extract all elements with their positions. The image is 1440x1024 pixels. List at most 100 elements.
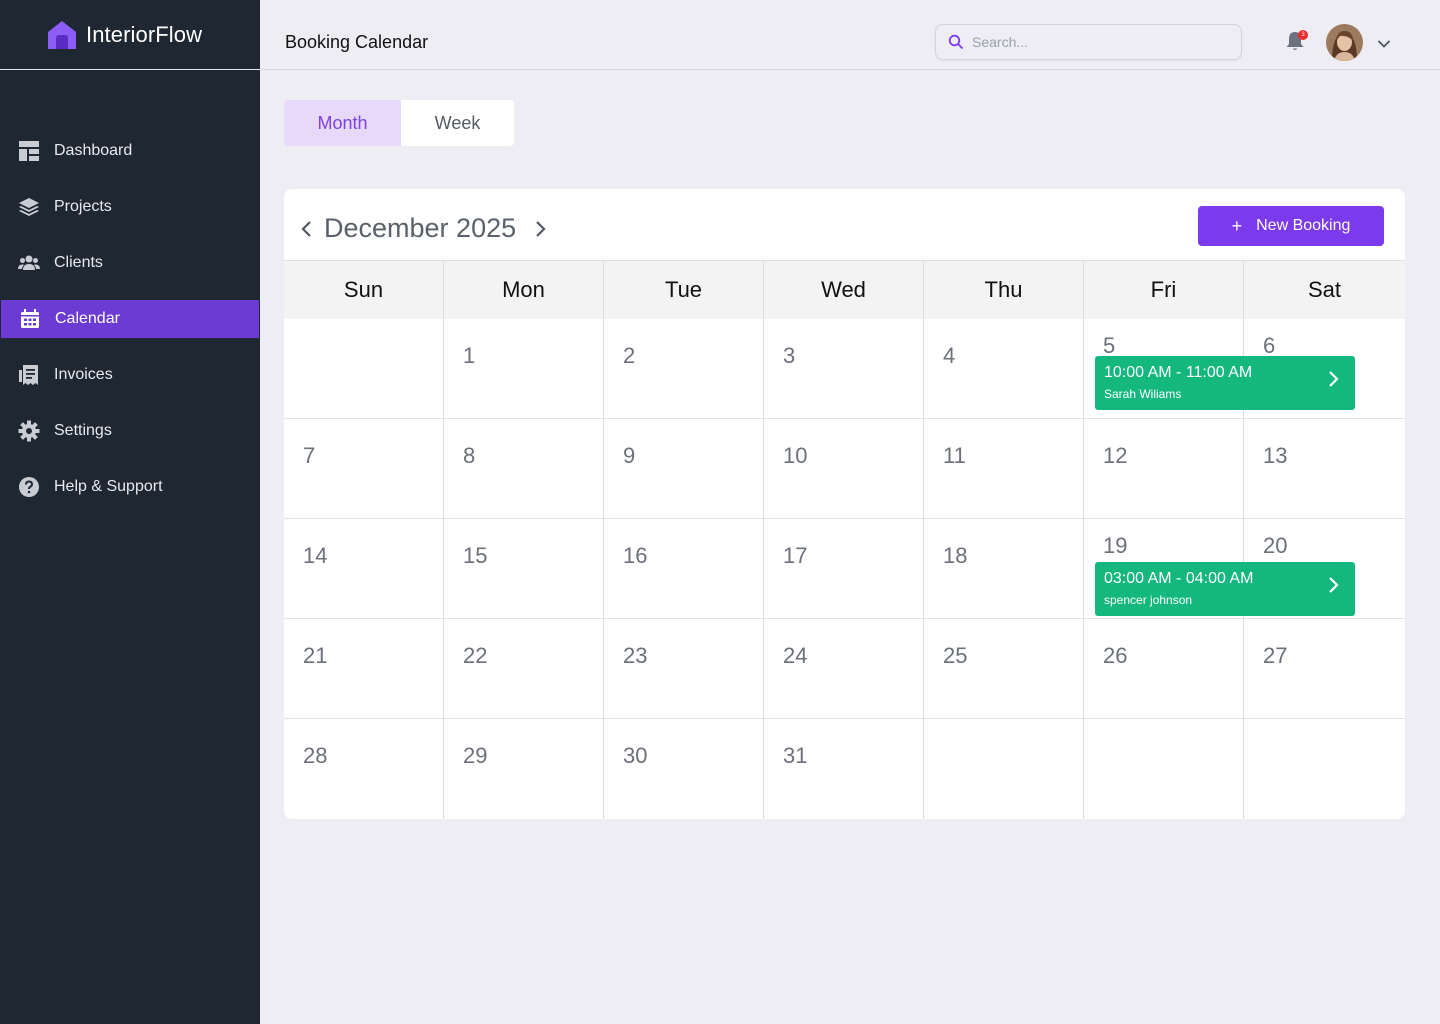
chevron-down-icon[interactable]	[1376, 36, 1392, 52]
calendar-day-cell[interactable]: 8	[444, 419, 604, 519]
weekday-wed: Wed	[764, 261, 924, 319]
day-number: 14	[303, 543, 328, 568]
weekday-sat: Sat	[1307, 277, 1342, 302]
sidebar-item-clients[interactable]: Clients	[0, 244, 260, 282]
chevron-right-icon	[1329, 371, 1339, 387]
sidebar-item-label: Calendar	[55, 310, 120, 327]
calendar-day-cell[interactable]: 25	[924, 619, 1084, 719]
booking-event[interactable]: 03:00 AM - 04:00 AM spencer johnson	[1095, 562, 1355, 616]
calendar-day-cell[interactable]: 7	[284, 419, 444, 519]
calendar-day-cell[interactable]: 22	[444, 619, 604, 719]
sidebar-item-invoices[interactable]: Invoices	[0, 356, 260, 394]
new-booking-label: New Booking	[1256, 217, 1351, 234]
calendar-day-cell[interactable]	[1244, 719, 1405, 819]
receipt-icon	[18, 364, 40, 386]
day-number: 25	[943, 643, 968, 668]
avatar[interactable]	[1326, 24, 1363, 61]
calendar-day-cell[interactable]: 27	[1244, 619, 1405, 719]
day-number: 3	[783, 343, 796, 368]
day-number: 24	[783, 643, 808, 668]
day-number: 31	[783, 743, 808, 768]
sidebar-item-help-support[interactable]: Help & Support	[0, 468, 260, 506]
day-number: 7	[303, 443, 316, 468]
tab-month[interactable]: Month	[284, 100, 401, 146]
sidebar-item-projects[interactable]: Projects	[0, 188, 260, 226]
day-number: 2	[623, 343, 636, 368]
day-number: 10	[783, 443, 808, 468]
calendar-day-cell[interactable]: 14	[284, 519, 444, 619]
booking-event[interactable]: 10:00 AM - 11:00 AM Sarah Wiliams	[1095, 356, 1355, 410]
sidebar-item-settings[interactable]: Settings	[0, 412, 260, 450]
calendar-day-cell[interactable]: 1	[444, 319, 604, 419]
calendar-day-cell[interactable]: 12	[1084, 419, 1244, 519]
day-number: 15	[463, 543, 488, 568]
weekday-mon: Mon	[444, 261, 604, 319]
sidebar-item-label: Help & Support	[54, 478, 163, 495]
calendar-day-cell[interactable]	[924, 719, 1084, 819]
calendar-day-cell[interactable]: 13	[1244, 419, 1405, 519]
event-time: 03:00 AM - 04:00 AM	[1104, 570, 1254, 587]
calendar-day-cell[interactable]: 4	[924, 319, 1084, 419]
day-number: 18	[943, 543, 968, 568]
day-number: 30	[623, 743, 648, 768]
day-number: 11	[943, 443, 966, 468]
event-time: 10:00 AM - 11:00 AM	[1104, 364, 1253, 381]
day-number: 19	[1103, 533, 1128, 558]
help-icon	[18, 476, 40, 498]
weekday-header-row: Sun Mon Tue Wed Thu Fri Sat	[284, 260, 1405, 319]
calendar-day-cell[interactable]: 17	[764, 519, 924, 619]
page-title: Booking Calendar	[285, 32, 429, 52]
search-input[interactable]	[972, 34, 1222, 50]
calendar-icon	[19, 308, 41, 330]
new-booking-button[interactable]: + New Booking	[1198, 206, 1384, 246]
day-number: 22	[463, 643, 488, 668]
dashboard-icon	[18, 140, 40, 162]
chevron-right-icon[interactable]	[533, 219, 549, 239]
sidebar-item-label: Invoices	[54, 366, 113, 383]
sidebar-item-calendar[interactable]: Calendar	[1, 300, 259, 338]
calendar-day-cell[interactable]: 16	[604, 519, 764, 619]
sidebar-item-dashboard[interactable]: Dashboard	[0, 132, 260, 170]
calendar-day-cell[interactable]: 24	[764, 619, 924, 719]
brand[interactable]: InteriorFlow	[0, 0, 260, 70]
weekday-tue: Tue	[604, 261, 764, 319]
users-icon	[18, 252, 40, 274]
calendar-week-row: 21 22 23 24 25 26 27	[284, 619, 1405, 719]
weekday-fri: Fri	[1084, 261, 1244, 319]
tab-week[interactable]: Week	[401, 100, 514, 146]
day-number: 9	[623, 443, 636, 468]
sidebar-item-label: Dashboard	[54, 142, 133, 159]
calendar-day-cell[interactable]: 21	[284, 619, 444, 719]
calendar-day-cell[interactable]: 11	[924, 419, 1084, 519]
calendar-day-cell[interactable]: 28	[284, 719, 444, 819]
calendar-day-cell[interactable]: 9	[604, 419, 764, 519]
calendar-day-cell[interactable]: 30	[604, 719, 764, 819]
calendar-header: December 2025 + New Booking	[284, 189, 1405, 261]
calendar-day-cell[interactable]: 23	[604, 619, 764, 719]
day-number: 16	[623, 543, 648, 568]
event-client-name: spencer johnson	[1104, 593, 1193, 607]
calendar-day-cell[interactable]: 31	[764, 719, 924, 819]
chevron-left-icon[interactable]	[298, 219, 314, 239]
day-number: 26	[1103, 643, 1128, 668]
sidebar-item-label: Projects	[54, 198, 112, 215]
day-number: 28	[303, 743, 328, 768]
calendar-day-cell[interactable]: 18	[924, 519, 1084, 619]
day-number: 21	[303, 643, 328, 668]
calendar-day-cell[interactable]: 15	[444, 519, 604, 619]
day-number: 4	[943, 343, 956, 368]
calendar-day-cell[interactable]: 2	[604, 319, 764, 419]
calendar-day-cell[interactable]	[284, 319, 444, 419]
calendar-day-cell[interactable]: 3	[764, 319, 924, 419]
calendar-day-cell[interactable]: 26	[1084, 619, 1244, 719]
sidebar-item-label: Settings	[54, 422, 112, 439]
calendar-day-cell[interactable]: 29	[444, 719, 604, 819]
gear-icon	[18, 420, 40, 442]
day-number: 12	[1103, 443, 1128, 468]
calendar-day-cell[interactable]	[1084, 719, 1244, 819]
sidebar: InteriorFlow Dashboard Projects Clients …	[0, 0, 260, 1024]
calendar-day-cell[interactable]: 10	[764, 419, 924, 519]
search-box[interactable]	[935, 24, 1242, 60]
search-icon	[948, 34, 964, 50]
day-number: 1	[463, 343, 476, 368]
